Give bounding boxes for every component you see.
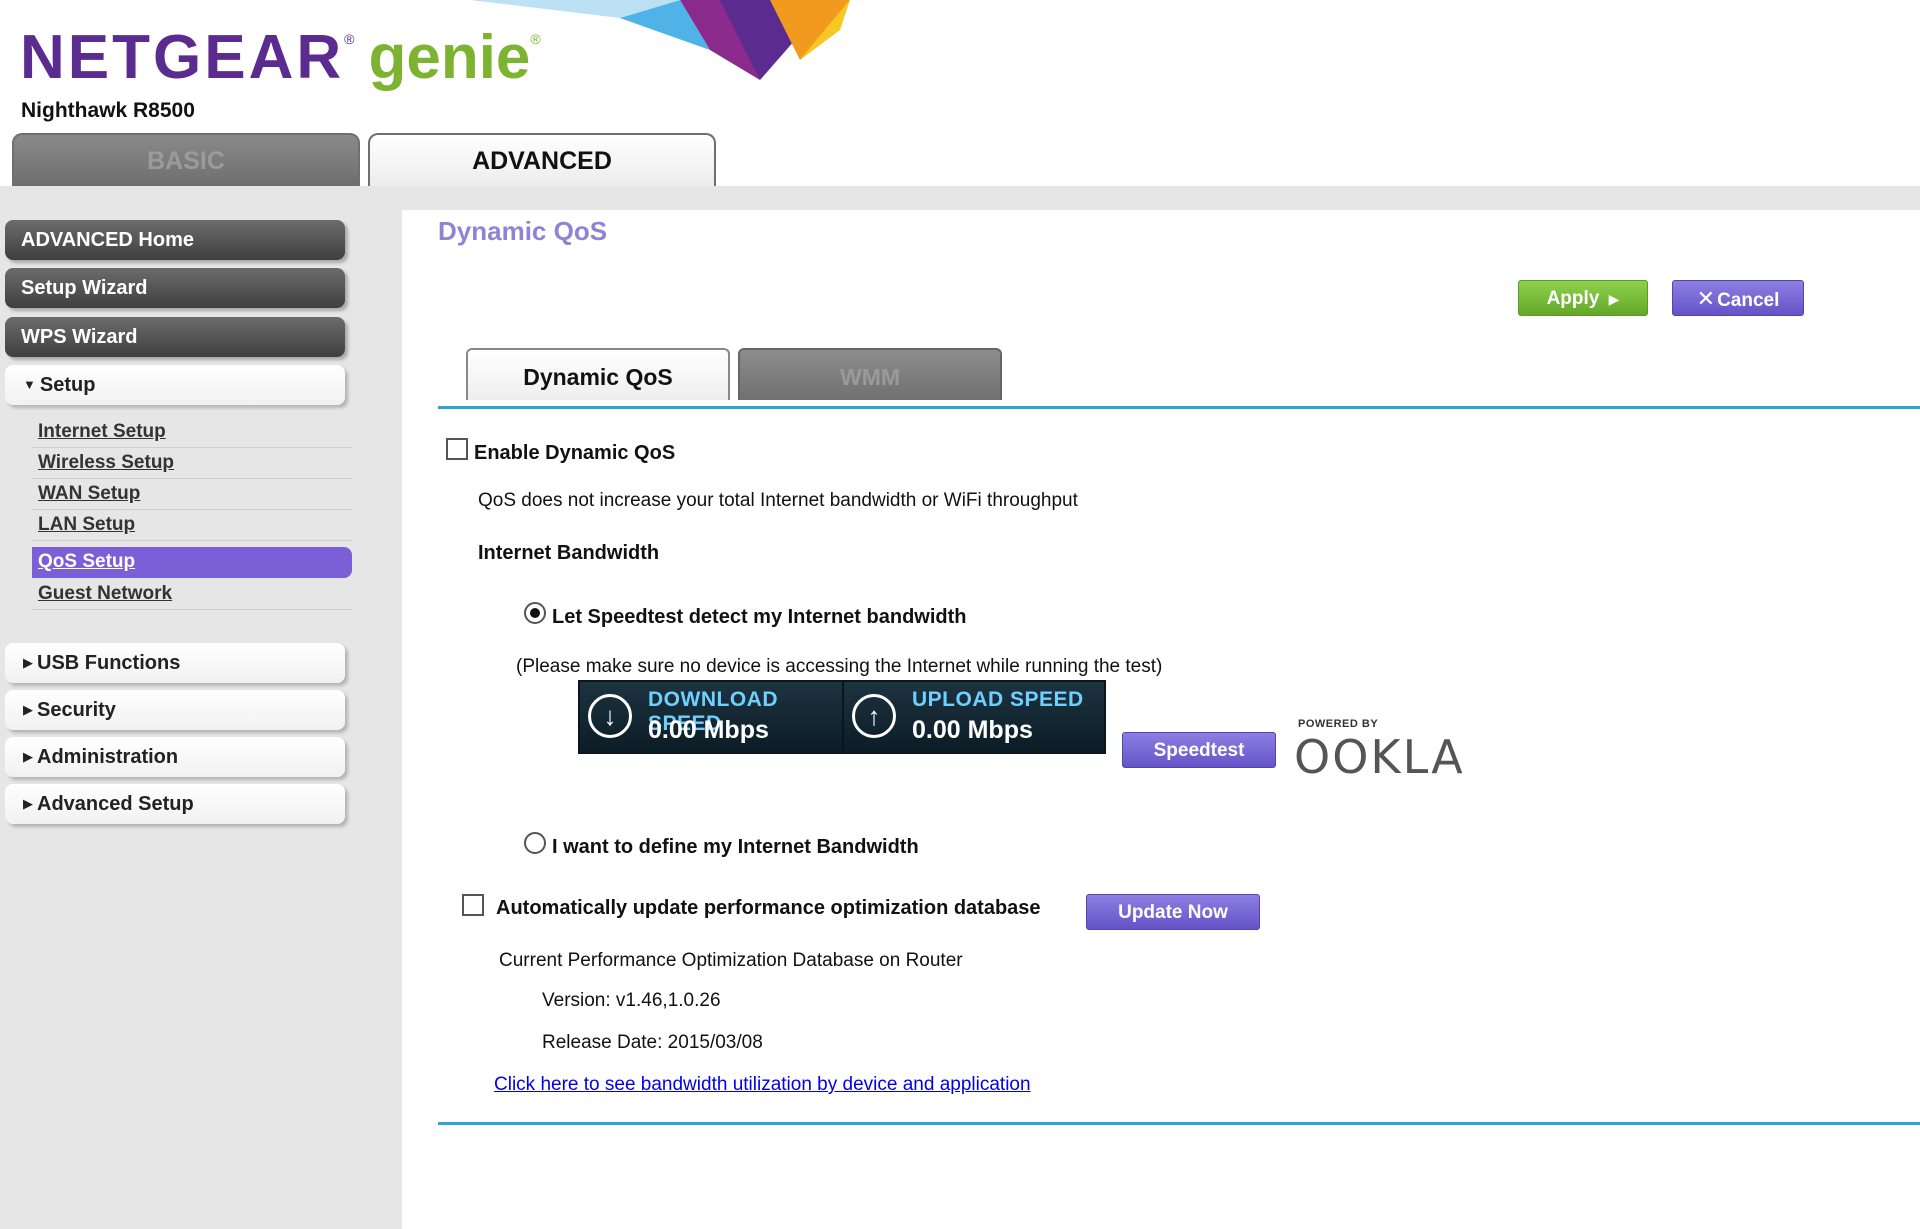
sidebar: ADVANCED Home Setup Wizard WPS Wizard ▼ S… <box>0 210 402 1229</box>
sidebar-item-wan-setup[interactable]: WAN Setup <box>32 479 352 510</box>
sidebar-item-wireless-setup[interactable]: Wireless Setup <box>32 448 352 479</box>
apply-button[interactable]: Apply ▶ <box>1518 280 1648 316</box>
download-speed-value: 0.00 Mbps <box>648 716 769 744</box>
triangle-right-icon: ▶ <box>23 702 33 717</box>
sidebar-item-guest-network[interactable]: Guest Network <box>32 579 352 610</box>
header: NETGEAR ® genie ® Nighthawk R8500 BASIC AD… <box>0 0 1920 186</box>
speedtest-note: (Please make sure no device is accessing… <box>516 656 1163 677</box>
page-title: Dynamic QoS <box>438 216 608 246</box>
ookla-powered-by: POWERED BY <box>1298 718 1379 730</box>
sidebar-item-lan-setup[interactable]: LAN Setup <box>32 510 352 541</box>
sidebar-section-usb-functions[interactable]: ▶ USB Functions <box>5 643 345 683</box>
ookla-wordmark: OOKLA <box>1294 730 1465 784</box>
enable-dynamic-qos-label: Enable Dynamic QoS <box>474 442 676 464</box>
triangle-right-icon: ▶ <box>23 655 33 670</box>
sidebar-section-label: USB Functions <box>37 652 181 674</box>
sidebar-section-label: Administration <box>37 746 179 768</box>
tab-basic[interactable]: BASIC <box>12 133 360 186</box>
sidebar-item-wps-wizard[interactable]: WPS Wizard <box>5 317 345 357</box>
database-release-date: Release Date: 2015/03/08 <box>542 1032 763 1053</box>
speed-panel: ↓ DOWNLOAD SPEED 0.00 Mbps ↑ UPLOAD SPEE… <box>578 680 1106 754</box>
sidebar-section-setup[interactable]: ▼ Setup <box>5 365 345 405</box>
top-divider-bar <box>0 186 1920 210</box>
sidebar-section-label: Security <box>37 699 116 721</box>
speedtest-radio[interactable] <box>524 602 546 624</box>
internet-bandwidth-heading: Internet Bandwidth <box>478 542 660 564</box>
database-version: Version: v1.46,1.0.26 <box>542 990 721 1011</box>
router-model: Nighthawk R8500 <box>21 99 195 122</box>
ookla-logo: POWERED BY OOKLA <box>1294 718 1474 798</box>
upload-arrow-icon: ↑ <box>852 694 896 738</box>
upload-speed-label: UPLOAD SPEED <box>912 688 1084 711</box>
triangle-right-icon: ▶ <box>23 749 33 764</box>
download-arrow-icon: ↓ <box>588 694 632 738</box>
brand-name: NETGEAR <box>20 23 345 92</box>
qos-note: QoS does not increase your total Interne… <box>478 490 1078 511</box>
tab-wmm[interactable]: WMM <box>738 348 1002 400</box>
sidebar-item-advanced-home[interactable]: ADVANCED Home <box>5 220 345 260</box>
cancel-label: Cancel <box>1717 290 1780 311</box>
upload-speed-value: 0.00 Mbps <box>912 716 1033 744</box>
netgear-genie-logo: NETGEAR ® genie ® <box>20 23 541 92</box>
close-icon: ✕ <box>1696 286 1716 311</box>
update-now-button[interactable]: Update Now <box>1086 894 1260 930</box>
define-bandwidth-radio-label: I want to define my Internet Bandwidth <box>552 836 919 858</box>
sidebar-item-setup-wizard[interactable]: Setup Wizard <box>5 268 345 308</box>
download-speed-panel: ↓ DOWNLOAD SPEED 0.00 Mbps <box>580 682 842 752</box>
main-content: Dynamic QoS Apply ▶ ✕ Cancel Dynamic QoS … <box>402 210 1920 1229</box>
speedtest-radio-label: Let Speedtest detect my Internet bandwid… <box>552 606 967 628</box>
tab-advanced[interactable]: ADVANCED <box>368 133 716 186</box>
speedtest-button[interactable]: Speedtest <box>1122 732 1276 768</box>
play-icon: ▶ <box>1608 291 1620 307</box>
define-bandwidth-radio[interactable] <box>524 832 546 854</box>
upload-speed-panel: ↑ UPLOAD SPEED 0.00 Mbps <box>844 682 1106 752</box>
sidebar-section-administration[interactable]: ▶ Administration <box>5 737 345 777</box>
sidebar-section-advanced-setup[interactable]: ▶ Advanced Setup <box>5 784 345 824</box>
auto-update-checkbox[interactable] <box>462 894 484 916</box>
tab-divider-line <box>438 406 1920 409</box>
sidebar-section-label: Advanced Setup <box>37 793 194 815</box>
sidebar-section-security[interactable]: ▶ Security <box>5 690 345 730</box>
auto-update-label: Automatically update performance optimiz… <box>496 897 1041 919</box>
cancel-button[interactable]: ✕ Cancel <box>1672 280 1804 316</box>
decorative-shapes <box>470 0 850 80</box>
triangle-down-icon: ▼ <box>23 377 36 392</box>
bandwidth-utilization-link[interactable]: Click here to see bandwidth utilization … <box>494 1074 1031 1096</box>
sidebar-item-qos-setup[interactable]: QoS Setup <box>32 547 352 578</box>
triangle-right-icon: ▶ <box>23 796 33 811</box>
sidebar-section-label: Setup <box>39 374 96 396</box>
database-heading: Current Performance Optimization Databas… <box>499 950 963 971</box>
sidebar-item-internet-setup[interactable]: Internet Setup <box>32 417 352 448</box>
tab-dynamic-qos[interactable]: Dynamic QoS <box>466 348 730 400</box>
apply-label: Apply <box>1546 288 1600 309</box>
bottom-divider-line <box>438 1122 1920 1125</box>
enable-dynamic-qos-checkbox[interactable] <box>446 438 468 460</box>
